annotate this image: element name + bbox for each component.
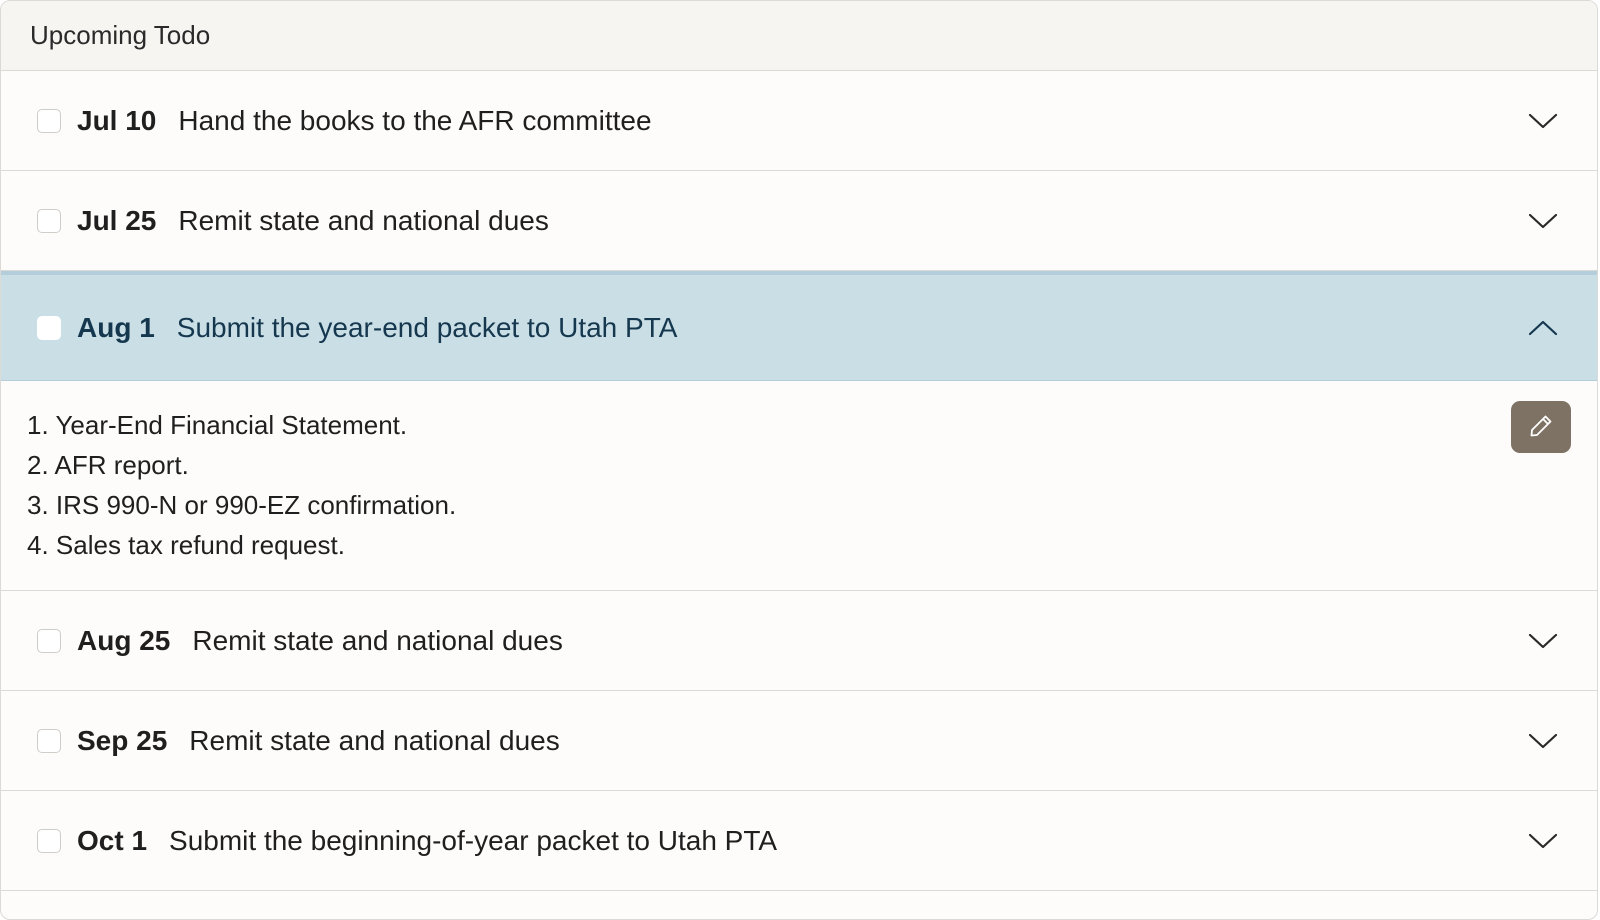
chevron-down-icon[interactable] — [1525, 723, 1561, 759]
chevron-down-icon[interactable] — [1525, 103, 1561, 139]
chevron-down-icon[interactable] — [1525, 203, 1561, 239]
details-item: 4. Sales tax refund request. — [27, 530, 345, 560]
todo-row[interactable]: Jul 10 Hand the books to the AFR committ… — [1, 71, 1597, 171]
details-item: 1. Year-End Financial Statement. — [27, 410, 408, 440]
todo-checkbox[interactable] — [37, 628, 61, 653]
todo-details: 1. Year-End Financial Statement. 2. AFR … — [1, 381, 1597, 591]
todo-date: Aug 25 — [77, 624, 171, 656]
upcoming-todo-panel: Upcoming Todo Jul 10 Hand the books to t… — [0, 0, 1598, 920]
todo-title: Hand the books to the AFR committee — [178, 104, 652, 136]
todo-row-expanded[interactable]: Aug 1 Submit the year-end packet to Utah… — [1, 271, 1597, 381]
todo-checkbox[interactable] — [37, 108, 61, 133]
todo-date: Jul 10 — [77, 104, 157, 136]
chevron-down-icon[interactable] — [1525, 623, 1561, 659]
chevron-down-icon[interactable] — [1525, 823, 1561, 859]
todo-date: Jul 25 — [77, 204, 157, 236]
todo-title: Submit the beginning-of-year packet to U… — [169, 824, 778, 856]
todo-date: Aug 1 — [77, 311, 155, 343]
todo-row[interactable]: Aug 25 Remit state and national dues — [1, 591, 1597, 691]
todo-checkbox[interactable] — [37, 828, 61, 853]
todo-title: Submit the year-end packet to Utah PTA — [176, 311, 678, 343]
panel-header: Upcoming Todo — [1, 1, 1597, 71]
pencil-icon — [1528, 413, 1554, 442]
todo-checkbox[interactable] — [37, 728, 61, 753]
todo-row[interactable]: Jul 25 Remit state and national dues — [1, 171, 1597, 271]
details-list: 1. Year-End Financial Statement. 2. AFR … — [27, 405, 1597, 565]
todo-checkbox[interactable] — [37, 208, 61, 233]
todo-row[interactable]: Sep 25 Remit state and national dues — [1, 691, 1597, 791]
edit-button[interactable] — [1511, 401, 1571, 453]
chevron-up-icon[interactable] — [1525, 310, 1561, 346]
todo-title: Remit state and national dues — [192, 624, 563, 656]
todo-title: Remit state and national dues — [189, 724, 560, 756]
panel-title: Upcoming Todo — [30, 20, 211, 50]
details-item: 3. IRS 990-N or 990-EZ confirmation. — [27, 490, 457, 520]
todo-date: Oct 1 — [77, 824, 148, 856]
details-item: 2. AFR report. — [27, 450, 189, 480]
todo-title: Remit state and national dues — [178, 204, 549, 236]
todo-checkbox[interactable] — [37, 315, 61, 340]
todo-date: Sep 25 — [77, 724, 168, 756]
todo-row[interactable]: Oct 1 Submit the beginning-of-year packe… — [1, 791, 1597, 891]
